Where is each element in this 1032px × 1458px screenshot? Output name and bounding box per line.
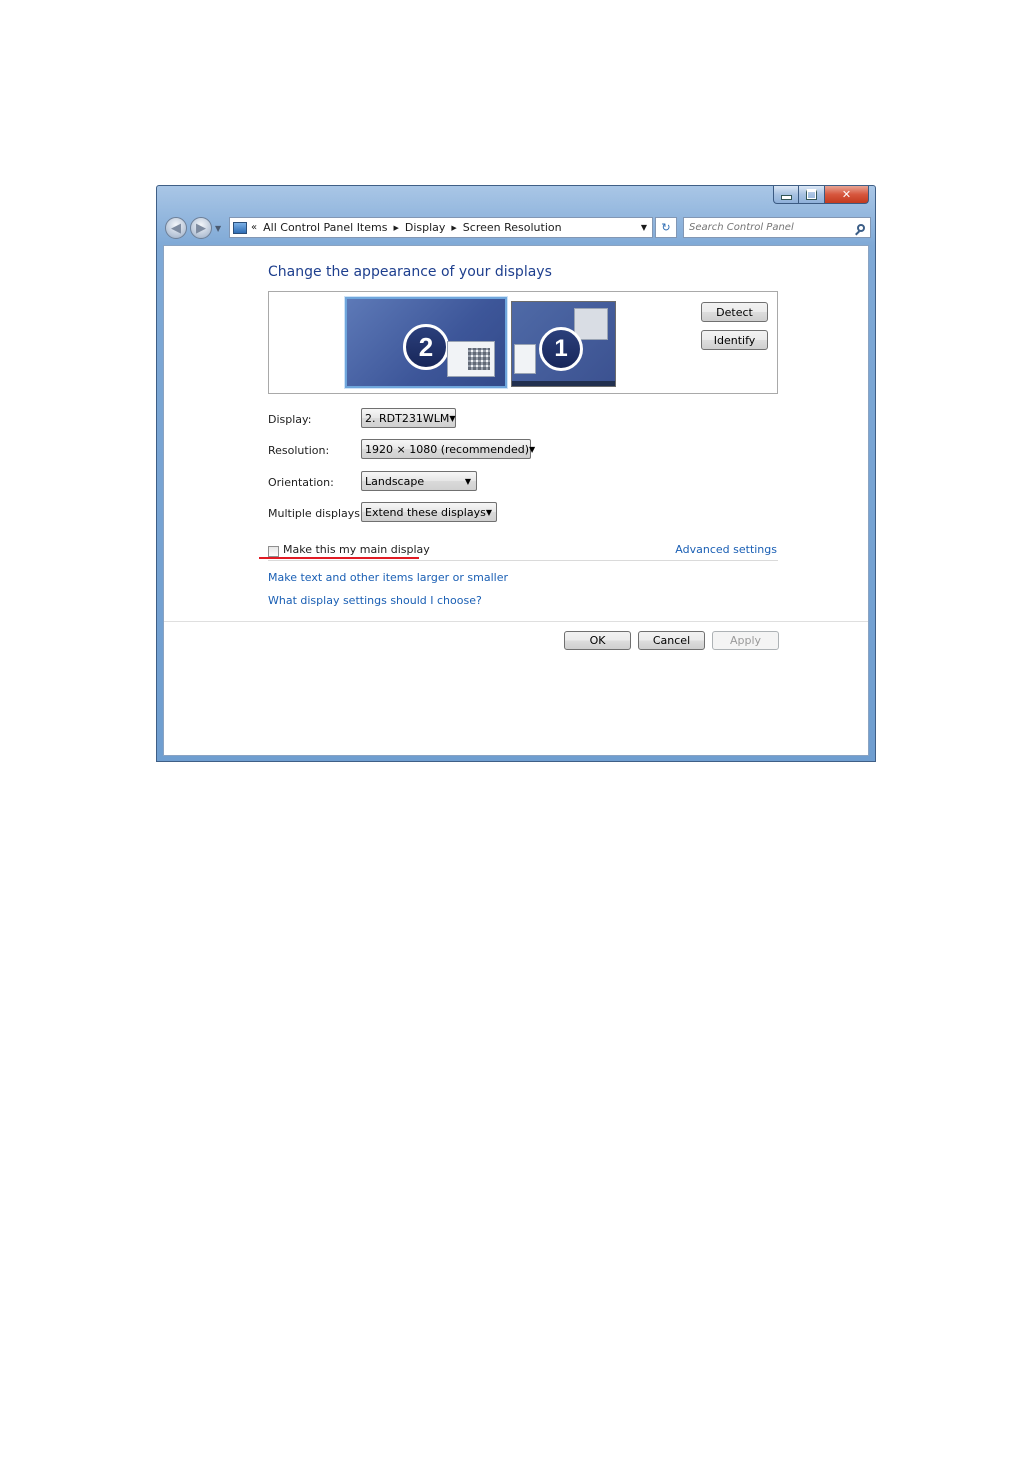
address-dropdown-icon[interactable]: ▼: [641, 223, 647, 232]
forward-button[interactable]: ▶: [190, 217, 212, 239]
back-button[interactable]: ◀: [165, 217, 187, 239]
chevron-down-icon: ▼: [485, 507, 492, 517]
refresh-button[interactable]: ↻: [655, 217, 677, 238]
breadcrumb-separator-icon[interactable]: ▶: [393, 224, 398, 232]
breadcrumb-screen-resolution[interactable]: Screen Resolution: [463, 221, 562, 234]
window-thumbnail-icon: [447, 341, 495, 377]
footer-divider: [164, 621, 868, 622]
recent-pages-dropdown-icon[interactable]: ▼: [215, 224, 221, 233]
orientation-label: Orientation:: [268, 476, 334, 489]
search-icon[interactable]: [857, 223, 865, 232]
breadcrumb-display[interactable]: Display: [405, 221, 446, 234]
window-thumbnail-icon: [574, 308, 608, 340]
control-panel-icon: [233, 221, 247, 234]
close-icon: ✕: [841, 188, 852, 201]
orientation-select-value: Landscape: [365, 474, 425, 488]
monitor-number-badge: 2: [403, 324, 449, 370]
divider: [268, 560, 778, 561]
monitor-2-tile[interactable]: 2: [345, 297, 507, 388]
search-input[interactable]: [684, 221, 851, 234]
window-thumbnail-icon: [514, 344, 536, 374]
display-arrangement-area: 2 1 Detect Identify: [268, 291, 778, 394]
chevron-down-icon: ▼: [449, 413, 456, 423]
chevron-down-icon: ▼: [464, 476, 471, 486]
caption-buttons: ✕: [773, 186, 869, 205]
chevron-down-icon: ▼: [529, 444, 536, 454]
resolution-select[interactable]: 1920 × 1080 (recommended) ▼: [361, 439, 535, 459]
multiple-displays-label: Multiple displays:: [268, 507, 364, 520]
annotation-underline: [259, 557, 419, 559]
close-button[interactable]: ✕: [825, 186, 869, 204]
main-display-checkbox[interactable]: [268, 546, 279, 557]
apply-button[interactable]: Apply: [712, 631, 779, 650]
multiple-displays-select-value: Extend these displays: [365, 505, 486, 519]
breadcrumb-all-control-panel-items[interactable]: All Control Panel Items: [263, 221, 387, 234]
text-size-link[interactable]: Make text and other items larger or smal…: [268, 571, 508, 584]
resolution-select-value: 1920 × 1080 (recommended): [365, 442, 530, 456]
minimize-icon: [780, 195, 792, 200]
maximize-button[interactable]: [799, 186, 825, 204]
screen-resolution-window: ✕ ◀ ▶ ▼ « All Control Panel Items ▶ Disp…: [156, 185, 876, 762]
maximize-icon: [806, 189, 817, 200]
multiple-displays-select[interactable]: Extend these displays ▼: [361, 502, 497, 522]
resolution-label: Resolution:: [268, 444, 330, 457]
taskbar-thumbnail: [512, 381, 615, 386]
display-select-value: 2. RDT231WLM: [365, 411, 450, 425]
navigation-bar: ◀ ▶ ▼ « All Control Panel Items ▶ Displa…: [165, 216, 871, 240]
display-help-link[interactable]: What display settings should I choose?: [268, 594, 482, 607]
display-select[interactable]: 2. RDT231WLM ▼: [361, 408, 456, 428]
display-label: Display:: [268, 413, 312, 426]
breadcrumb-overflow[interactable]: «: [251, 222, 257, 233]
breadcrumb-separator-icon[interactable]: ▶: [451, 224, 456, 232]
orientation-select[interactable]: Landscape ▼: [361, 471, 477, 491]
refresh-icon: ↻: [661, 221, 671, 234]
address-bar[interactable]: « All Control Panel Items ▶ Display ▶ Sc…: [229, 217, 653, 238]
monitor-number-badge: 1: [539, 327, 583, 371]
search-box[interactable]: [683, 217, 871, 238]
back-arrow-icon: ◀: [171, 220, 181, 236]
cancel-button[interactable]: Cancel: [638, 631, 705, 650]
ok-button[interactable]: OK: [564, 631, 631, 650]
advanced-settings-link[interactable]: Advanced settings: [675, 543, 777, 556]
main-display-label[interactable]: Make this my main display: [283, 543, 430, 556]
monitor-1-tile[interactable]: 1: [511, 301, 616, 387]
content-pane: Change the appearance of your displays 2…: [163, 245, 869, 756]
minimize-button[interactable]: [773, 186, 799, 204]
detect-button[interactable]: Detect: [701, 302, 768, 322]
identify-button[interactable]: Identify: [701, 330, 768, 350]
page-title: Change the appearance of your displays: [268, 264, 552, 280]
forward-arrow-icon: ▶: [196, 220, 206, 236]
